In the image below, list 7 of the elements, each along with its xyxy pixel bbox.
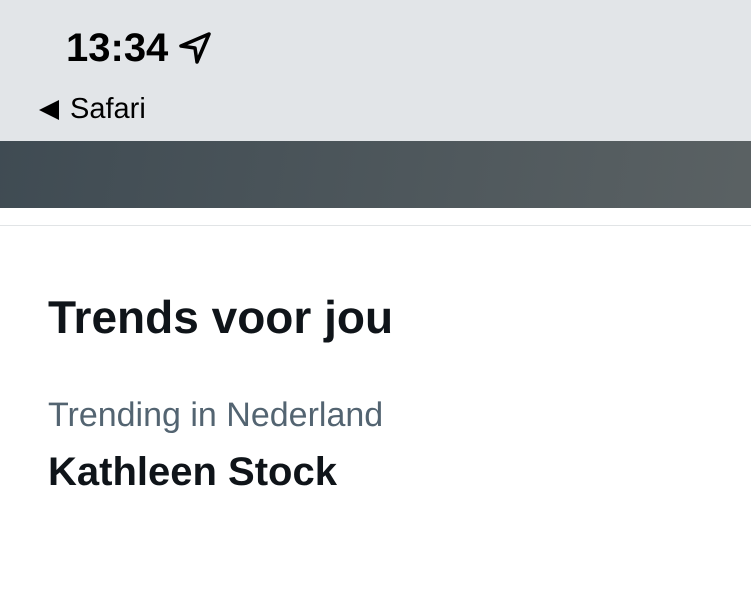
- back-triangle-icon: [38, 98, 60, 120]
- trend-name[interactable]: Kathleen Stock: [48, 450, 703, 494]
- location-arrow-icon: [178, 31, 212, 65]
- back-to-safari-link[interactable]: Safari: [38, 95, 146, 124]
- clock-time: 13:34: [66, 28, 168, 68]
- section-title: Trends voor jou: [47, 290, 394, 343]
- trend-context: Trending in Nederland: [48, 396, 384, 434]
